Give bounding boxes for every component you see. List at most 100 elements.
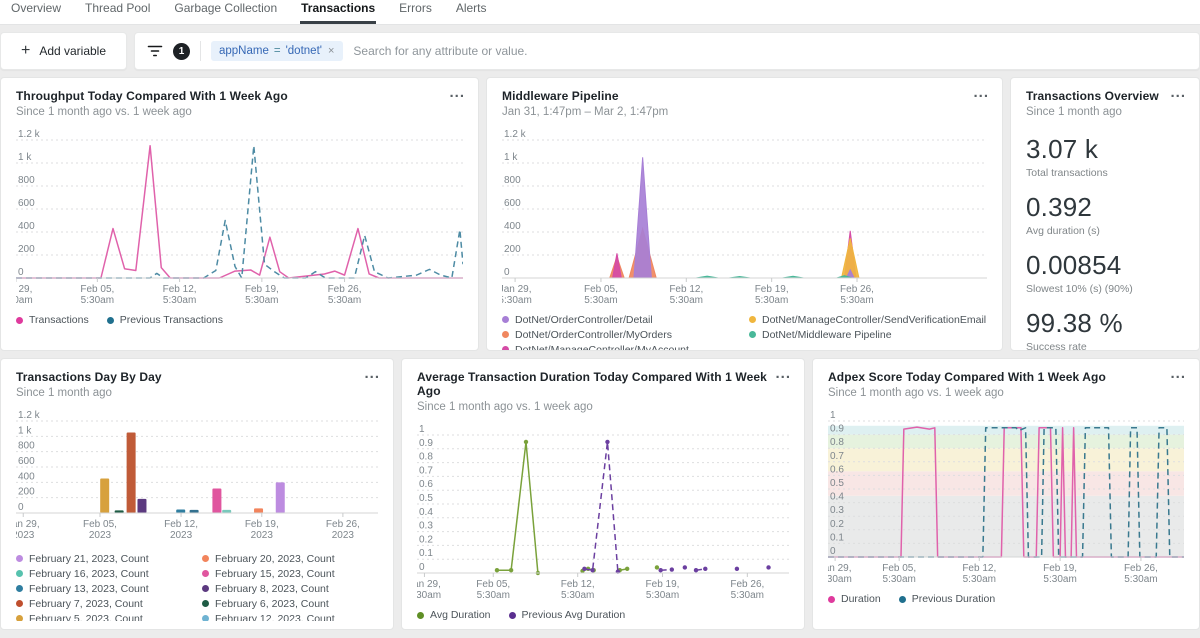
search-input[interactable] [353,44,1187,58]
legend-item[interactable]: February 7, 2023, Count [16,596,202,611]
legend-dot-icon [16,600,23,607]
svg-text:0.5: 0.5 [419,493,433,504]
legend-item[interactable]: Avg Duration [417,609,491,621]
legend-label: DotNet/OrderController/Detail [515,314,653,326]
stat-slowest: 0.00854 Slowest 10% (s) (90%) [1026,250,1184,295]
stat-label: Total transactions [1026,167,1184,179]
svg-text:Feb 05,5:30am: Feb 05,5:30am [882,563,916,585]
panel-menu-button[interactable]: ... [449,84,465,101]
svg-text:Feb 12,5:30am: Feb 12,5:30am [163,284,197,306]
svg-text:Jan 29,5:30am: Jan 29,5:30am [16,284,33,306]
svg-text:0: 0 [830,546,836,557]
svg-text:1 k: 1 k [504,152,518,163]
legend-dot-icon [202,555,209,562]
day-by-day-chart[interactable]: 1.2 k1 k8006004002000Jan 29,2023Feb 05,2… [16,409,378,543]
legend-item[interactable]: DotNet/OrderController/MyOrders [502,327,749,342]
svg-text:0.3: 0.3 [419,521,433,532]
legend-item[interactable]: February 6, 2023, Count [202,596,378,611]
legend-label: February 16, 2023, Count [29,568,149,580]
stat-label: Avg duration (s) [1026,225,1184,237]
svg-text:1 k: 1 k [18,425,32,436]
svg-text:0.8: 0.8 [830,437,844,448]
legend-item[interactable]: February 20, 2023, Count [202,551,378,566]
legend-dot-icon [16,585,23,592]
panel-title: Transactions Overview [1026,89,1184,103]
throughput-chart[interactable]: 1.2 k1 k8006004002000Jan 29,5:30amFeb 05… [16,128,463,308]
tab-errors[interactable]: Errors [398,0,433,24]
svg-text:Feb 05,5:30am: Feb 05,5:30am [476,579,510,601]
legend-item[interactable]: February 13, 2023, Count [16,581,202,596]
legend-item[interactable]: February 5, 2023, Count [16,611,202,621]
throughput-legend: Transactions Previous Transactions [16,314,463,326]
filter-funnel-icon[interactable] [147,43,163,59]
legend-item[interactable]: February 8, 2023, Count [202,581,378,596]
avg-duration-chart[interactable]: 10.90.80.70.60.50.40.30.20.10Jan 29,5:30… [417,423,789,603]
legend-dot-icon [16,615,23,621]
legend-item[interactable]: DotNet/OrderController/Detail [502,312,749,327]
legend-item[interactable]: Transactions [16,314,89,326]
legend-item[interactable]: Previous Transactions [107,314,223,326]
panel-title: Throughput Today Compared With 1 Week Ag… [16,89,463,103]
tab-bar: Overview Thread Pool Garbage Collection … [0,0,1200,25]
chip-operator: = [274,45,281,57]
legend-item[interactable]: Previous Avg Duration [509,609,626,621]
legend-item[interactable]: February 21, 2023, Count [16,551,202,566]
panel-menu-button[interactable]: ... [1170,84,1186,101]
legend-dot-icon [899,596,906,603]
day-by-day-legend: February 21, 2023, Count February 16, 202… [16,551,378,621]
stat-value: 3.07 k [1026,134,1184,165]
svg-text:Feb 05,5:30am: Feb 05,5:30am [80,284,114,306]
svg-text:200: 200 [504,244,521,255]
middleware-chart[interactable]: 1.2 k1 k8006004002000Jan 29,5:30amFeb 05… [502,128,987,308]
tab-overview[interactable]: Overview [10,0,62,24]
tab-alerts[interactable]: Alerts [455,0,488,24]
svg-text:0.6: 0.6 [830,464,844,475]
apdex-legend: Duration Previous Duration [828,593,1184,605]
tab-transactions[interactable]: Transactions [300,0,376,24]
panel-menu-button[interactable]: ... [973,84,989,101]
panel-menu-button[interactable]: ... [364,365,380,382]
svg-text:0.6: 0.6 [419,479,433,490]
legend-dot-icon [749,331,756,338]
tab-thread-pool[interactable]: Thread Pool [84,0,151,24]
svg-text:Feb 26,5:30am: Feb 26,5:30am [1124,563,1158,585]
panel-title: Transactions Day By Day [16,370,378,384]
svg-text:Jan 29,2023: Jan 29,2023 [16,519,40,541]
panel-menu-button[interactable]: ... [775,365,791,382]
legend-item[interactable]: DotNet/Middleware Pipeline [749,327,987,342]
legend-dot-icon [509,612,516,619]
legend-dot-icon [202,585,209,592]
svg-text:Feb 12,5:30am: Feb 12,5:30am [561,579,595,601]
filter-chip-appname[interactable]: appName = 'dotnet' × [211,41,343,61]
legend-label: Previous Avg Duration [522,609,626,621]
svg-text:Feb 05,5:30am: Feb 05,5:30am [584,284,618,306]
tab-garbage-collection[interactable]: Garbage Collection [173,0,278,24]
svg-text:0.3: 0.3 [830,505,844,516]
legend-item[interactable]: DotNet/ManageController/SendVerification… [749,312,987,327]
svg-text:600: 600 [18,456,35,467]
stat-success-rate: 99.38 % Success rate [1026,308,1184,351]
apdex-chart[interactable]: 10.90.80.70.60.50.40.30.20.10Jan 29,5:30… [828,409,1184,587]
legend-dot-icon [202,600,209,607]
legend-dot-icon [749,316,756,323]
chip-close-icon[interactable]: × [327,45,335,57]
add-variable-button[interactable]: + Add variable [0,32,127,70]
legend-item[interactable]: February 12, 2023, Count [202,611,378,621]
svg-text:400: 400 [504,221,521,232]
svg-text:0: 0 [18,267,24,278]
svg-text:0: 0 [18,502,24,513]
svg-text:Feb 12,5:30am: Feb 12,5:30am [962,563,996,585]
legend-label: Avg Duration [430,609,491,621]
svg-text:Feb 19,5:30am: Feb 19,5:30am [755,284,789,306]
legend-item[interactable]: Duration [828,593,881,605]
legend-item[interactable]: February 15, 2023, Count [202,566,378,581]
stat-total-transactions: 3.07 k Total transactions [1026,134,1184,179]
legend-item[interactable]: Previous Duration [899,593,995,605]
panel-menu-button[interactable]: ... [1170,365,1186,382]
legend-label: February 5, 2023, Count [29,613,143,622]
panel-subtitle: Since 1 month ago vs. 1 week ago [16,106,463,118]
svg-text:1: 1 [419,424,425,435]
legend-item[interactable]: February 16, 2023, Count [16,566,202,581]
legend-item[interactable]: DotNet/ManageController/MyAccount [502,342,749,351]
legend-dot-icon [107,317,114,324]
